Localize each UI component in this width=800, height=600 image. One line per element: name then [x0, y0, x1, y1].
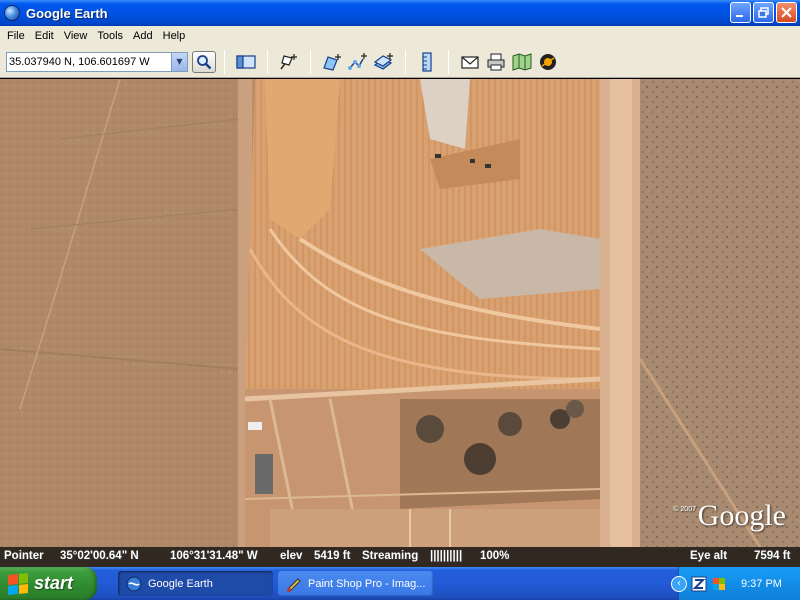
google-watermark: Google: [697, 499, 786, 532]
polygon-add-icon: [323, 53, 341, 71]
start-button[interactable]: start: [0, 567, 97, 600]
paint-shop-pro-icon: [287, 577, 301, 592]
minimize-button[interactable]: [730, 2, 751, 23]
restore-button[interactable]: [753, 2, 774, 23]
streaming-label: Streaming: [362, 550, 419, 562]
start-label: start: [34, 573, 74, 593]
taskbar-item-label: Google Earth: [148, 577, 213, 590]
google-maps-icon: [512, 52, 532, 71]
streaming-percent: 100%: [480, 550, 510, 562]
menu-file[interactable]: File: [2, 30, 30, 42]
sidebar-toggle-button[interactable]: [235, 51, 257, 73]
search-icon: [197, 54, 212, 69]
taskbar-item-label: Paint Shop Pro - Imag...: [308, 577, 426, 590]
system-tray: ‹ 9:37 PM: [671, 567, 800, 600]
taskbar-item-paint-shop-pro[interactable]: Paint Shop Pro - Imag...: [278, 571, 433, 596]
close-button[interactable]: [776, 2, 797, 23]
toolbar-divider: [448, 49, 449, 74]
print-icon: [487, 53, 505, 70]
toolbar-divider: [310, 49, 311, 74]
toolbar-divider: [267, 49, 268, 74]
menu-bar: File Edit View Tools Add Help: [0, 26, 800, 46]
google-maps-button[interactable]: [511, 51, 533, 73]
menu-add[interactable]: Add: [128, 30, 158, 42]
chevron-down-icon[interactable]: ▼: [171, 52, 187, 71]
toolbar-divider: [224, 49, 225, 74]
image-overlay-add-icon: [373, 52, 393, 70]
menu-view[interactable]: View: [59, 30, 93, 42]
pointer-latitude: 35°02'00.64" N: [60, 550, 139, 562]
print-button[interactable]: [485, 51, 507, 73]
taskbar-item-google-earth[interactable]: Google Earth: [118, 571, 273, 596]
zonealarm-icon[interactable]: [691, 576, 707, 592]
map-view[interactable]: © 2007 Google: [0, 79, 800, 547]
minimize-icon: [736, 15, 743, 17]
streaming-progress: ||||||||||: [430, 550, 463, 562]
taskbar: start Google Earth Paint Shop Pro - Imag…: [0, 567, 800, 600]
sky-toggle-button[interactable]: [537, 51, 559, 73]
email-button[interactable]: [459, 51, 481, 73]
eye-alt-label: Eye alt: [690, 550, 728, 562]
window-title: Google Earth: [26, 5, 108, 21]
google-earth-icon: [4, 5, 20, 21]
title-bar[interactable]: Google Earth: [0, 0, 800, 26]
close-icon: [781, 7, 792, 18]
ruler-icon: [422, 51, 432, 72]
menu-help[interactable]: Help: [158, 30, 191, 42]
search-input[interactable]: 35.037940 N, 106.601697 W ▼: [6, 51, 188, 72]
email-icon: [461, 55, 479, 69]
clock: 9:37 PM: [741, 577, 782, 590]
satellite-imagery: [0, 79, 800, 547]
msn-flag-icon[interactable]: [711, 576, 727, 592]
menu-edit[interactable]: Edit: [30, 30, 59, 42]
restore-icon: [758, 7, 769, 18]
placemark-add-icon: [280, 53, 297, 69]
google-earth-icon: [126, 576, 142, 591]
elevation-value: 5419 ft: [314, 550, 351, 562]
menu-tools[interactable]: Tools: [92, 30, 128, 42]
sky-toggle-icon: [540, 53, 556, 70]
path-add-icon: [348, 52, 367, 70]
elevation-label: elev: [280, 550, 303, 562]
chevron-left-icon[interactable]: ‹: [671, 575, 687, 592]
toolbar: 35.037940 N, 106.601697 W ▼: [0, 46, 800, 78]
search-input-value: 35.037940 N, 106.601697 W: [9, 55, 150, 68]
windows-logo-icon: [8, 572, 28, 595]
pointer-label: Pointer: [4, 550, 44, 562]
add-path-button[interactable]: [347, 51, 369, 73]
eye-alt-value: 7594 ft: [754, 550, 791, 562]
copyright-watermark: © 2007: [673, 506, 696, 513]
toolbar-divider: [405, 49, 406, 74]
search-button[interactable]: [192, 50, 216, 73]
status-bar: Pointer 35°02'00.64" N 106°31'31.48" W e…: [0, 547, 800, 567]
pointer-longitude: 106°31'31.48" W: [170, 550, 258, 562]
sidebar-toggle-icon: [236, 54, 256, 69]
ruler-button[interactable]: [416, 51, 438, 73]
add-polygon-button[interactable]: [321, 51, 343, 73]
add-image-overlay-button[interactable]: [373, 51, 395, 73]
add-placemark-button[interactable]: [278, 51, 300, 73]
